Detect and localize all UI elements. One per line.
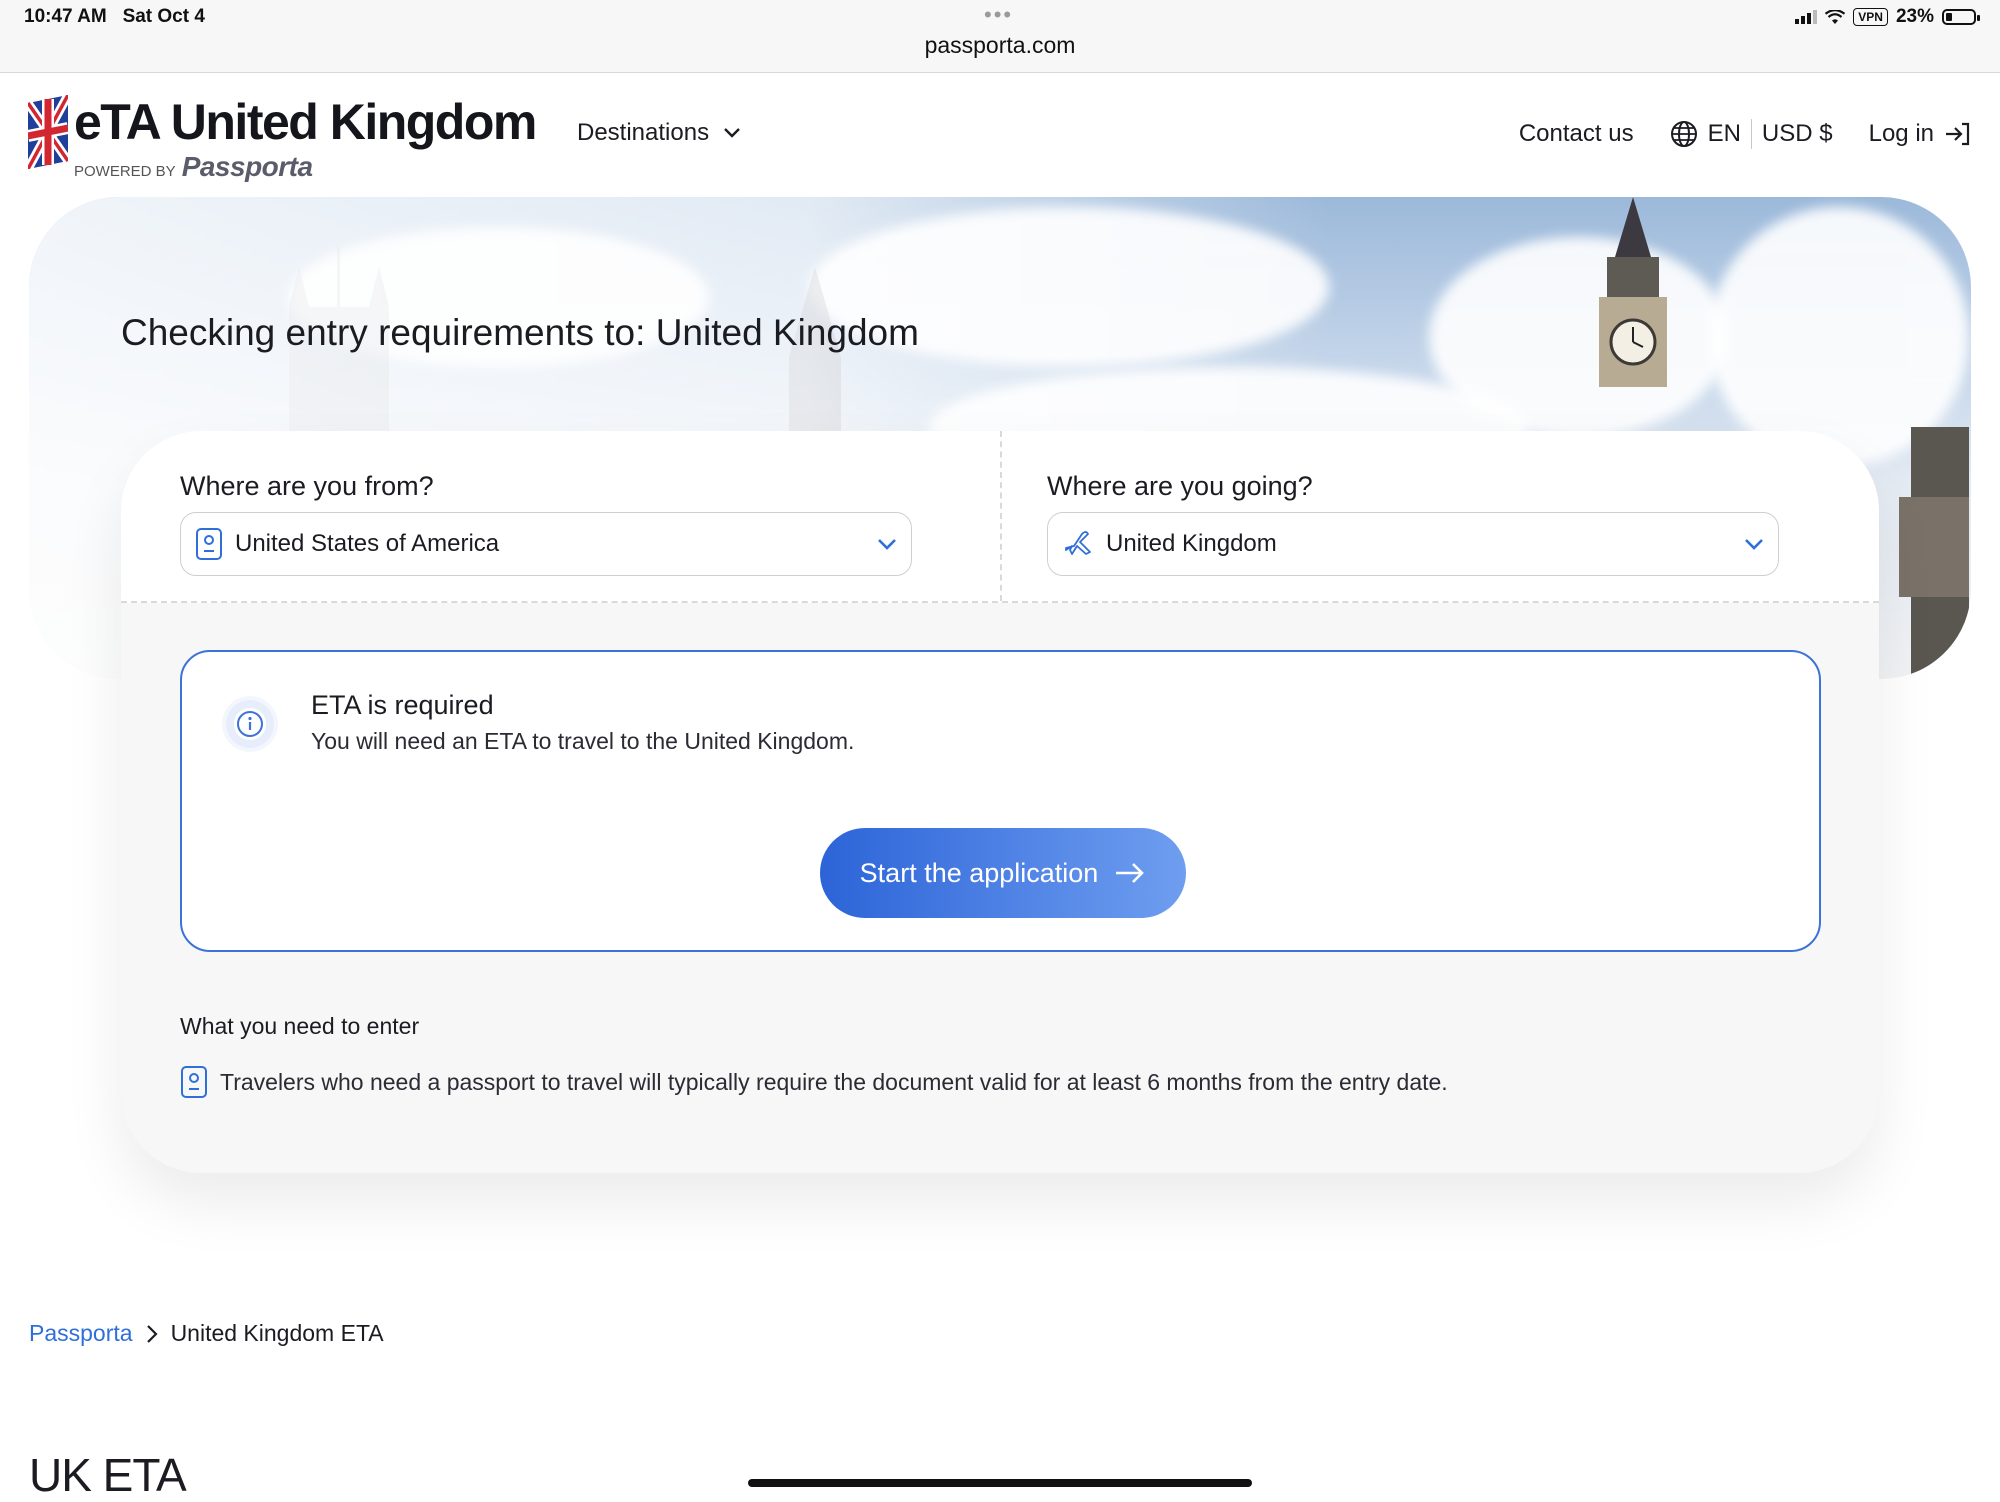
destination-select[interactable]: United Kingdom <box>1047 512 1779 576</box>
origin-value: United States of America <box>235 530 500 557</box>
header-actions: Contact us EN USD $ Log in <box>1519 119 1970 149</box>
eta-result-box: ETA is required You will need an ETA to … <box>180 650 1821 952</box>
section-heading: UK ETA <box>29 1449 187 1501</box>
battery-percent: 23% <box>1895 6 1934 27</box>
passport-icon <box>196 528 222 560</box>
chevron-down-icon <box>878 539 896 550</box>
breadcrumb: Passporta United Kingdom ETA <box>29 1320 384 1347</box>
destination-field: Where are you going? United Kingdom <box>1047 471 1779 576</box>
destination-value: United Kingdom <box>1106 530 1277 557</box>
start-application-label: Start the application <box>859 857 1099 888</box>
origin-select[interactable]: United States of America <box>180 512 912 576</box>
passport-icon <box>181 1066 207 1098</box>
breadcrumb-current: United Kingdom ETA <box>170 1320 384 1346</box>
home-indicator[interactable] <box>748 1479 1252 1487</box>
nav-destinations-label: Destinations <box>577 119 710 146</box>
site-header: eTA United Kingdom POWERED BY Passporta … <box>0 73 2000 197</box>
language-label: EN <box>1707 120 1741 147</box>
login-link[interactable]: Log in <box>1869 120 1970 148</box>
logo-powered-by: POWERED BY Passporta <box>74 151 313 182</box>
signal-icon <box>1795 10 1818 24</box>
start-application-button[interactable]: Start the application <box>820 828 1186 918</box>
requirement-text: Travelers who need a passport to travel … <box>220 1068 1448 1095</box>
chevron-down-icon <box>1745 539 1763 550</box>
airplane-icon <box>1065 531 1091 555</box>
divider <box>1000 431 1002 601</box>
status-indicators: VPN 23% <box>1795 6 1980 28</box>
arrow-right-icon <box>1116 863 1145 883</box>
contact-link[interactable]: Contact us <box>1519 120 1634 148</box>
requirement-item: Travelers who need a passport to travel … <box>180 1065 1448 1099</box>
login-icon <box>1946 122 1970 146</box>
wifi-icon <box>1825 9 1846 24</box>
currency-selector[interactable]: USD $ <box>1762 120 1833 148</box>
status-bar: 10:47 AM Sat Oct 4 ••• passporta.com VPN… <box>0 0 2000 73</box>
requirements-title: What you need to enter <box>180 1013 420 1039</box>
eta-status-title: ETA is required <box>311 690 494 720</box>
entry-requirements-card: Where are you from? United States of Ame… <box>121 431 1879 1173</box>
search-form: Where are you from? United States of Ame… <box>121 431 1879 603</box>
logo-brand: Passporta <box>181 151 313 182</box>
origin-label: Where are you from? <box>180 471 434 501</box>
page-title: Checking entry requirements to: United K… <box>121 312 919 353</box>
address-bar-url[interactable]: passporta.com <box>0 32 2000 59</box>
chevron-right-icon <box>146 1324 158 1343</box>
vpn-badge: VPN <box>1853 8 1888 26</box>
globe-icon <box>1670 121 1697 147</box>
more-dots-icon[interactable]: ••• <box>984 2 1013 28</box>
eta-status-text: You will need an ETA to travel to the Un… <box>311 728 855 754</box>
language-selector[interactable]: EN <box>1670 120 1741 148</box>
destination-label: Where are you going? <box>1047 471 1313 501</box>
origin-field: Where are you from? United States of Ame… <box>180 471 912 576</box>
battery-icon <box>1942 9 1980 25</box>
login-label: Log in <box>1868 120 1934 147</box>
breadcrumb-home-link[interactable]: Passporta <box>29 1320 133 1347</box>
status-time: 10:47 AM Sat Oct 4 <box>24 6 205 27</box>
uk-flag-icon <box>28 95 68 169</box>
site-logo[interactable]: eTA United Kingdom POWERED BY Passporta <box>28 94 537 183</box>
info-icon <box>222 696 278 752</box>
logo-title: eTA United Kingdom <box>74 94 537 150</box>
divider <box>1750 119 1752 149</box>
nav-destinations[interactable]: Destinations <box>577 119 741 147</box>
chevron-down-icon <box>724 128 740 138</box>
